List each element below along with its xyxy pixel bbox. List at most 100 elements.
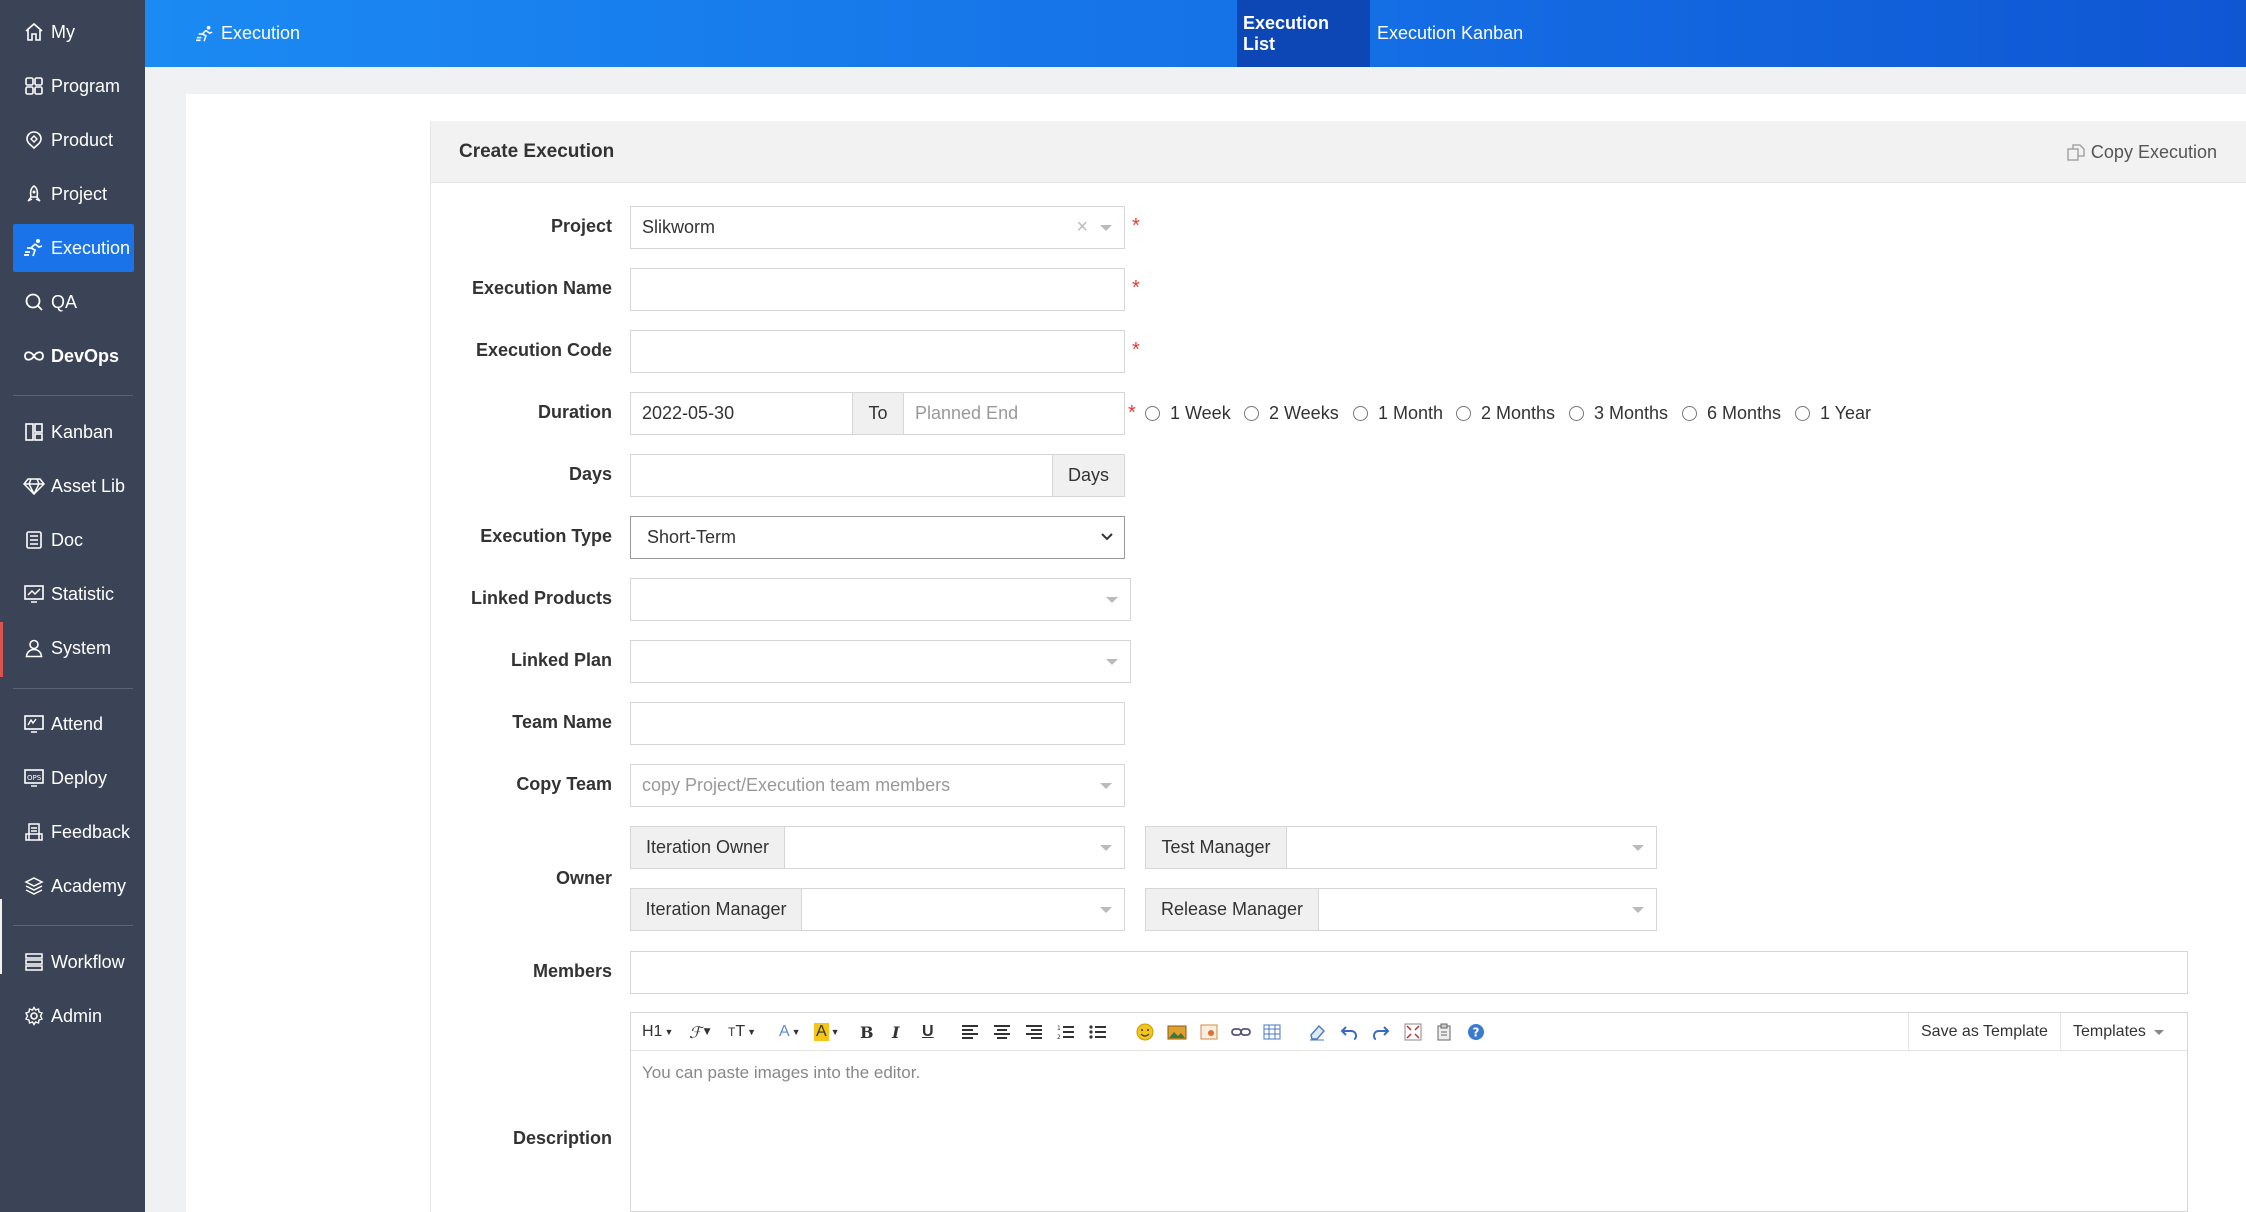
sidebar-item-asset-lib[interactable]: Asset Lib [13,462,134,510]
sidebar-item-statistic[interactable]: Statistic [13,570,134,618]
project-value: Slikworm [642,217,716,237]
release-manager-select[interactable] [1318,888,1657,931]
home-icon [21,19,47,45]
radio-button[interactable] [1682,406,1697,421]
test-manager-select[interactable] [1286,826,1657,869]
sidebar-item-feedback[interactable]: Feedback [13,808,134,856]
image-icon[interactable] [1167,1013,1187,1051]
sidebar-item-program[interactable]: Program [13,62,134,110]
sidebar-item-project[interactable]: Project [13,170,134,218]
duration-end-input[interactable]: Planned End [903,392,1125,435]
underline-icon[interactable]: U [922,1013,934,1051]
team-name-input[interactable] [630,702,1125,745]
execution-type-select[interactable]: Short-Term [630,516,1125,559]
radio-label: 2 Months [1481,403,1556,423]
text-color-icon[interactable]: A ▼ [779,1013,801,1051]
fullscreen-icon[interactable] [1404,1013,1422,1051]
gear-icon [21,1003,47,1029]
radio-button[interactable] [1145,406,1160,421]
sidebar-item-attend[interactable]: Attend [13,700,134,748]
linked-plan-select[interactable] [630,640,1131,683]
duration-option-2-months[interactable]: 2 Months [1456,392,1555,435]
iteration-manager-select[interactable] [801,888,1125,931]
sidebar-divider [13,395,133,396]
radio-button[interactable] [1569,406,1584,421]
duration-option-6-months[interactable]: 6 Months [1682,392,1781,435]
execution-code-input[interactable] [630,330,1125,373]
duration-to-addon: To [852,392,904,435]
chevron-down-icon [1101,533,1113,541]
copy-execution-button[interactable]: Copy Execution [2067,121,2217,183]
radio-button[interactable] [1353,406,1368,421]
breadcrumb[interactable]: Execution [195,0,300,67]
unordered-list-icon[interactable] [1089,1013,1107,1051]
sidebar-item-deploy[interactable]: OPS Deploy [13,754,134,802]
templates-label: Templates [2073,1023,2146,1040]
iteration-owner-select[interactable] [784,826,1125,869]
heading-button[interactable]: H1 ▼ [642,1013,673,1051]
bold-icon[interactable]: B [860,1013,874,1051]
copy-team-select[interactable]: copy Project/Execution team members [630,764,1125,807]
align-left-icon[interactable] [961,1013,979,1051]
sidebar-section-marker [0,899,2,974]
save-as-template-button[interactable]: Save as Template [1908,1013,2060,1051]
linked-products-label: Linked Products [470,588,612,608]
link-icon[interactable] [1231,1013,1251,1051]
align-center-icon[interactable] [993,1013,1011,1051]
font-size-icon[interactable]: T T ▼ [728,1013,756,1051]
workflow-icon [21,949,47,975]
svg-text:2: 2 [1057,1034,1061,1040]
user-icon [21,635,47,661]
sidebar-item-my[interactable]: My [13,8,134,56]
execution-type-label: Execution Type [480,526,612,546]
description-editor[interactable]: H1 ▼ ℱ ▼ T T ▼ A ▼ A ▼ B I U 12 ? Save as Temp… [630,1012,2188,1212]
clear-icon[interactable]: × [1076,216,1088,239]
ordered-list-icon[interactable]: 12 [1057,1013,1075,1051]
sidebar-item-devops[interactable]: DevOps [13,332,134,380]
execution-name-input[interactable] [630,268,1125,311]
highlight-color-icon[interactable]: A ▼ [814,1013,840,1051]
align-right-icon[interactable] [1025,1013,1043,1051]
radio-button[interactable] [1244,406,1259,421]
sidebar-item-label: Attend [51,713,104,734]
help-icon[interactable]: ? [1467,1013,1485,1051]
tab-execution-kanban[interactable]: Execution Kanban [1371,0,1529,67]
duration-option-1-year[interactable]: 1 Year [1795,392,1871,435]
sidebar-item-execution[interactable]: Execution [13,224,134,272]
sidebar-item-workflow[interactable]: Workflow [13,938,134,986]
duration-option-2-weeks[interactable]: 2 Weeks [1244,392,1339,435]
undo-icon[interactable] [1340,1013,1358,1051]
flash-icon[interactable] [1200,1013,1218,1051]
members-select[interactable] [630,951,2188,994]
font-family-icon[interactable]: ℱ ▼ [689,1013,711,1051]
sidebar-item-doc[interactable]: Doc [13,516,134,564]
svg-text:OPS: OPS [27,774,42,782]
emoji-icon[interactable] [1136,1013,1154,1051]
radio-label: 6 Months [1707,403,1782,423]
duration-option-1-week[interactable]: 1 Week [1145,392,1231,435]
eraser-icon[interactable] [1308,1013,1326,1051]
duration-option-3-months[interactable]: 3 Months [1569,392,1668,435]
sidebar-item-academy[interactable]: Academy [13,862,134,910]
duration-option-1-month[interactable]: 1 Month [1353,392,1443,435]
duration-begin-input[interactable]: 2022-05-30 [630,392,853,435]
linked-products-select[interactable] [630,578,1131,621]
table-icon[interactable] [1263,1013,1281,1051]
templates-dropdown[interactable]: Templates [2060,1013,2176,1051]
sidebar-item-kanban[interactable]: Kanban [13,408,134,456]
paste-icon[interactable] [1436,1013,1452,1051]
sidebar-item-product[interactable]: Product [13,116,134,164]
radio-button[interactable] [1795,406,1810,421]
page-title: Create Execution [459,141,615,162]
sidebar-item-admin[interactable]: Admin [13,992,134,1040]
redo-icon[interactable] [1372,1013,1390,1051]
sidebar-item-system[interactable]: System [13,624,134,672]
days-addon: Days [1052,454,1125,497]
sidebar-item-qa[interactable]: QA [13,278,134,326]
days-input[interactable] [630,454,1053,497]
tab-execution-list[interactable]: Execution List [1237,0,1370,67]
project-select[interactable]: Slikworm × [630,206,1125,249]
italic-icon[interactable]: I [892,1013,899,1051]
svg-text:?: ? [1473,1026,1480,1040]
radio-button[interactable] [1456,406,1471,421]
